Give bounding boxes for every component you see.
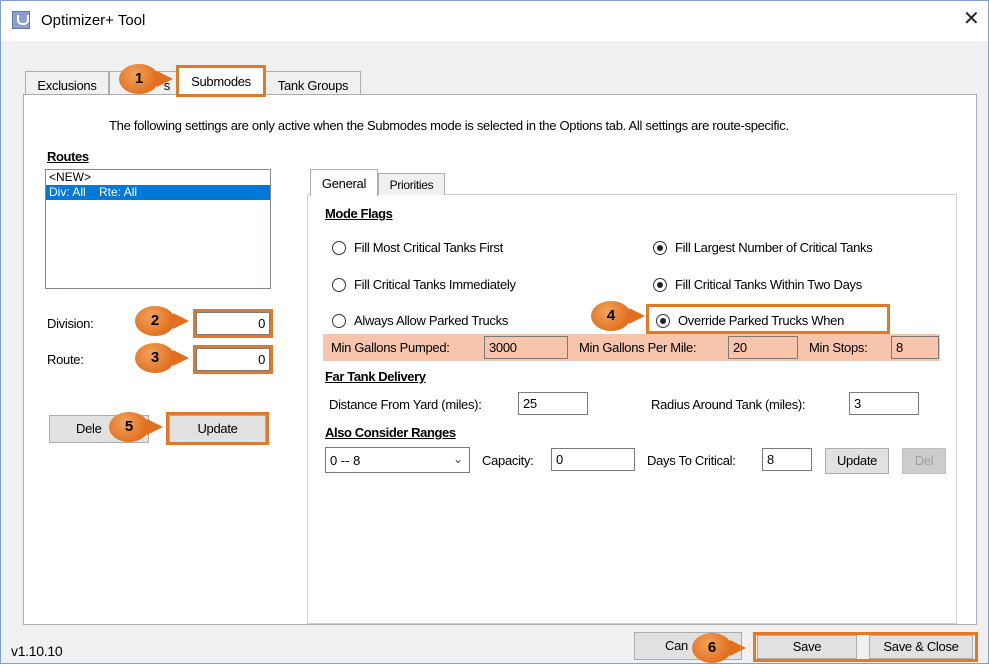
route-input[interactable]: 0	[196, 348, 270, 371]
division-label: Division:	[47, 316, 94, 331]
title-bar: Optimizer+ Tool ✕	[1, 1, 988, 41]
capacity-label: Capacity:	[482, 453, 534, 468]
tab-submodes[interactable]: Submodes	[177, 67, 265, 95]
mode-flags-heading: Mode Flags	[325, 206, 393, 221]
radio-fill-most-critical[interactable]: Fill Most Critical Tanks First	[332, 240, 582, 258]
radio-fill-largest-number[interactable]: Fill Largest Number of Critical Tanks	[653, 240, 933, 258]
save-close-button[interactable]: Save & Close	[869, 635, 973, 659]
range-select-value: 0 -- 8	[330, 453, 361, 468]
radio-fill-within-two-days[interactable]: Fill Critical Tanks Within Two Days	[653, 277, 933, 295]
days-to-critical-label: Days To Critical:	[647, 453, 736, 468]
distance-from-yard-label: Distance From Yard (miles):	[329, 397, 482, 412]
min-stops-label: Min Stops:	[809, 340, 868, 355]
update-range-button[interactable]: Update	[825, 448, 889, 474]
days-to-critical-input[interactable]: 8	[762, 448, 812, 471]
window-title: Optimizer+ Tool	[41, 12, 146, 29]
list-item[interactable]: Div: All Rte: All	[46, 185, 270, 200]
route-label: Route:	[47, 352, 84, 367]
routes-heading: Routes	[47, 149, 89, 164]
delete-range-button[interactable]: Del	[902, 448, 946, 474]
radio-label: Fill Critical Tanks Immediately	[354, 277, 516, 292]
far-tank-heading: Far Tank Delivery	[325, 369, 426, 384]
save-button[interactable]: Save	[757, 635, 857, 659]
division-input[interactable]: 0	[196, 312, 270, 335]
radio-label: Fill Critical Tanks Within Two Days	[675, 277, 862, 292]
radio-label: Always Allow Parked Trucks	[354, 313, 509, 328]
radius-around-tank-label: Radius Around Tank (miles):	[651, 397, 806, 412]
routes-listbox[interactable]: <NEW> Div: All Rte: All	[45, 169, 271, 289]
min-stops-input[interactable]: 8	[891, 336, 939, 359]
radio-button[interactable]	[656, 314, 670, 328]
chevron-down-icon: ⌄	[452, 452, 463, 466]
callout-2: 2	[135, 306, 189, 336]
min-gallons-pumped-label: Min Gallons Pumped:	[331, 340, 450, 355]
tab-priorities[interactable]: Priorities	[378, 173, 445, 195]
capacity-input[interactable]: 0	[551, 448, 635, 471]
min-gallons-pumped-input[interactable]: 3000	[484, 336, 568, 359]
radio-override-parked[interactable]: Override Parked Trucks When	[656, 313, 886, 331]
info-text: The following settings are only active w…	[109, 118, 789, 133]
radio-fill-immediately[interactable]: Fill Critical Tanks Immediately	[332, 277, 582, 295]
list-item[interactable]: <NEW>	[46, 170, 270, 185]
callout-6: 6	[692, 633, 746, 663]
callout-1: 1	[119, 64, 173, 94]
radius-around-tank-input[interactable]: 3	[849, 392, 919, 415]
radio-always-allow-parked[interactable]: Always Allow Parked Trucks	[332, 313, 582, 331]
ranges-heading: Also Consider Ranges	[325, 425, 456, 440]
radio-button[interactable]	[653, 241, 667, 255]
radio-button[interactable]	[332, 314, 346, 328]
radio-label: Fill Most Critical Tanks First	[354, 240, 503, 255]
radio-button[interactable]	[332, 241, 346, 255]
update-route-button[interactable]: Update	[169, 415, 266, 443]
cancel-label: Can	[665, 638, 688, 653]
callout-5: 5	[109, 412, 163, 442]
callout-4: 4	[591, 301, 645, 331]
range-select[interactable]: 0 -- 8 ⌄	[325, 447, 470, 473]
optimizer-window: Optimizer+ Tool ✕ Exclusions s Submodes …	[0, 0, 989, 664]
close-icon[interactable]: ✕	[963, 9, 980, 29]
delete-label: Dele	[76, 421, 102, 436]
min-gallons-per-mile-input[interactable]: 20	[728, 336, 798, 359]
radio-label: Fill Largest Number of Critical Tanks	[675, 240, 873, 255]
callout-3: 3	[135, 343, 189, 373]
radio-button[interactable]	[653, 278, 667, 292]
distance-from-yard-input[interactable]: 25	[518, 392, 588, 415]
min-gallons-per-mile-label: Min Gallons Per Mile:	[579, 340, 697, 355]
version-label: v1.10.10	[11, 643, 63, 659]
radio-button[interactable]	[332, 278, 346, 292]
radio-label: Override Parked Trucks When	[678, 313, 845, 328]
app-icon	[12, 11, 30, 29]
tab-general[interactable]: General	[310, 169, 378, 196]
